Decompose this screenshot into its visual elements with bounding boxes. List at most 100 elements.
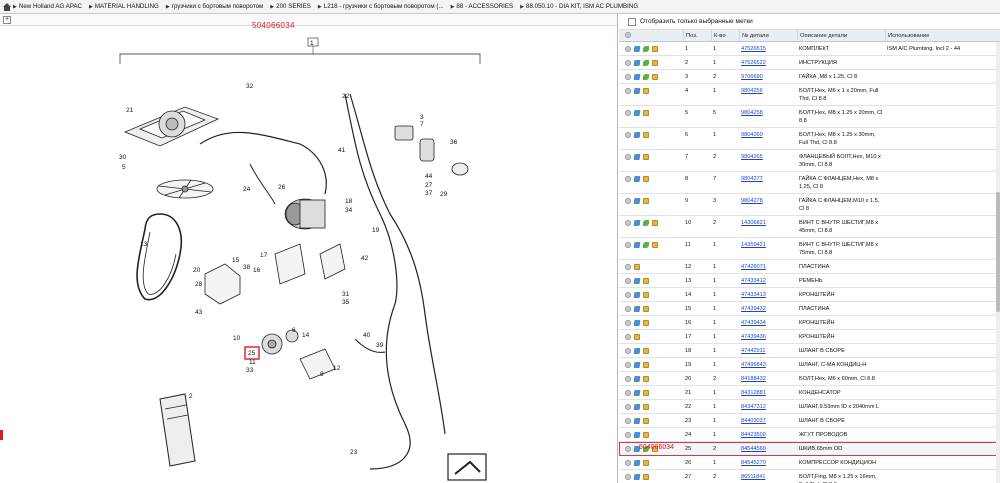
cart-icon[interactable] (633, 277, 641, 284)
info-icon[interactable] (625, 459, 631, 466)
callout-27[interactable]: 27 (425, 182, 433, 189)
info-icon[interactable] (625, 263, 631, 270)
callout-5[interactable]: 5 (122, 164, 126, 171)
callout-23[interactable]: 23 (350, 449, 358, 456)
table-row[interactable]: 21 1 84312881 КОНДЕНСАТОР (619, 386, 1000, 400)
callout-44[interactable]: 44 (425, 173, 433, 180)
cart-icon[interactable] (633, 403, 641, 410)
row-part-number[interactable]: 47526522 (739, 56, 797, 69)
plus-icon[interactable]: + (3, 16, 11, 24)
row-part-number[interactable]: 47439434 (739, 316, 797, 329)
callout-38[interactable]: 38 (243, 264, 251, 271)
row-part-number[interactable]: 14359421 (739, 238, 797, 251)
package-icon[interactable] (652, 241, 658, 248)
info-icon[interactable] (625, 197, 631, 204)
cart-icon[interactable] (633, 109, 641, 116)
callout-28[interactable]: 28 (195, 281, 203, 288)
package-icon[interactable] (643, 291, 649, 298)
callout-1[interactable]: 1 (310, 40, 314, 47)
table-row[interactable]: 25 2 84544560 ШКИВ,65mm OD 504066034 (619, 442, 1000, 456)
table-row[interactable]: 7 2 9804265 ФЛАНЦЕВЫЙ БОЛТ,Hex, M10 x 30mm,… (619, 150, 1000, 172)
callout-30[interactable]: 30 (119, 154, 127, 161)
package-icon[interactable] (643, 319, 649, 326)
cart-icon[interactable] (633, 197, 641, 204)
col-usage[interactable]: Использование (885, 29, 1000, 42)
col-description[interactable]: Описание детали (797, 29, 885, 42)
cart-icon[interactable] (633, 347, 641, 354)
leaf-icon[interactable] (643, 241, 649, 248)
info-icon[interactable] (625, 291, 631, 298)
cart-icon[interactable] (633, 361, 641, 368)
cart-icon[interactable] (633, 45, 641, 52)
callout-34[interactable]: 34 (345, 207, 353, 214)
package-icon[interactable] (643, 361, 649, 368)
info-icon[interactable] (625, 241, 631, 248)
row-part-number[interactable]: 9804265 (739, 150, 797, 163)
info-icon[interactable] (625, 347, 631, 354)
cart-icon[interactable] (633, 73, 641, 80)
callout-33[interactable]: 33 (246, 367, 254, 374)
leaf-icon[interactable] (643, 45, 649, 52)
table-row[interactable]: 16 1 47439434 КРОНШТЕЙН (619, 316, 1000, 330)
info-icon[interactable] (625, 333, 631, 340)
cart-icon[interactable] (633, 319, 641, 326)
package-icon[interactable] (643, 87, 649, 94)
cart-icon[interactable] (633, 431, 641, 438)
table-row[interactable]: 12 1 47426071 ПЛАСТИНА (619, 260, 1000, 274)
package-icon[interactable] (652, 45, 658, 52)
package-icon[interactable] (643, 375, 649, 382)
breadcrumb-item[interactable]: грузчики с бортовым поворотом (166, 3, 264, 10)
callout-10[interactable]: 10 (233, 335, 241, 342)
row-part-number[interactable]: 9804260 (739, 128, 797, 141)
row-part-number[interactable]: 47433413 (739, 288, 797, 301)
package-icon[interactable] (643, 153, 649, 160)
cart-icon[interactable] (633, 219, 641, 226)
callout-2[interactable]: 2 (189, 393, 193, 400)
package-icon[interactable] (652, 73, 658, 80)
callout-14[interactable]: 14 (302, 332, 310, 339)
package-icon[interactable] (652, 59, 658, 66)
row-part-number[interactable]: 84403037 (739, 414, 797, 427)
info-icon[interactable] (625, 403, 631, 410)
info-icon[interactable] (625, 131, 631, 138)
breadcrumb-item[interactable]: MATERIAL HANDLING (89, 3, 159, 10)
callout-3[interactable]: 3 (420, 114, 424, 121)
callout-36[interactable]: 36 (450, 139, 458, 146)
callout-8[interactable]: 8 (320, 371, 324, 378)
cart-icon[interactable] (633, 87, 641, 94)
scrollbar-thumb[interactable] (996, 192, 1000, 312)
info-icon[interactable] (625, 31, 631, 38)
callout-13[interactable]: 13 (140, 241, 148, 248)
callout-11[interactable]: 11 (249, 359, 256, 366)
col-part-number[interactable]: № детали (739, 29, 797, 42)
table-row[interactable]: 10 2 14306821 ВИНТ С ВНУТР. ШЕСТИГ,M8 x 45m… (619, 216, 1000, 238)
callout-7[interactable]: 7 (420, 121, 424, 128)
package-icon[interactable] (643, 403, 649, 410)
package-icon[interactable] (643, 197, 649, 204)
table-row[interactable]: 3 2 9706690 ГАЙКА ,M8 x 1.25, Cl 8 (619, 70, 1000, 84)
package-icon[interactable] (652, 219, 658, 226)
row-part-number[interactable]: 86511841 (739, 470, 797, 483)
leaf-icon[interactable] (643, 59, 649, 66)
callout-24[interactable]: 24 (243, 186, 251, 193)
table-row[interactable]: 8 7 9804277 ГАЙКА С ФЛАНЦЕМ,Hex, M8 x 1.25,… (619, 172, 1000, 194)
callout-25[interactable]: 25 (248, 350, 256, 357)
cart-icon[interactable] (633, 305, 641, 312)
leaf-icon[interactable] (643, 219, 649, 226)
leaf-icon[interactable] (643, 73, 649, 80)
home-icon[interactable] (3, 2, 11, 11)
row-part-number[interactable]: 9804278 (739, 194, 797, 207)
row-part-number[interactable]: 84188432 (739, 372, 797, 385)
cart-icon[interactable] (633, 291, 641, 298)
row-part-number[interactable]: 84545270 (739, 456, 797, 469)
callout-16[interactable]: 16 (253, 267, 261, 274)
package-icon[interactable] (643, 431, 649, 438)
package-icon[interactable] (643, 109, 649, 116)
cart-icon[interactable] (633, 375, 641, 382)
info-icon[interactable] (625, 431, 631, 438)
info-icon[interactable] (625, 45, 631, 52)
breadcrumb-item[interactable]: 88 - ACCESSORIES (451, 3, 513, 10)
package-icon[interactable] (643, 417, 649, 424)
table-row[interactable]: 24 1 84423509 ЖГУТ ПРОВОДОВ (619, 428, 1000, 442)
package-icon[interactable] (634, 263, 640, 270)
